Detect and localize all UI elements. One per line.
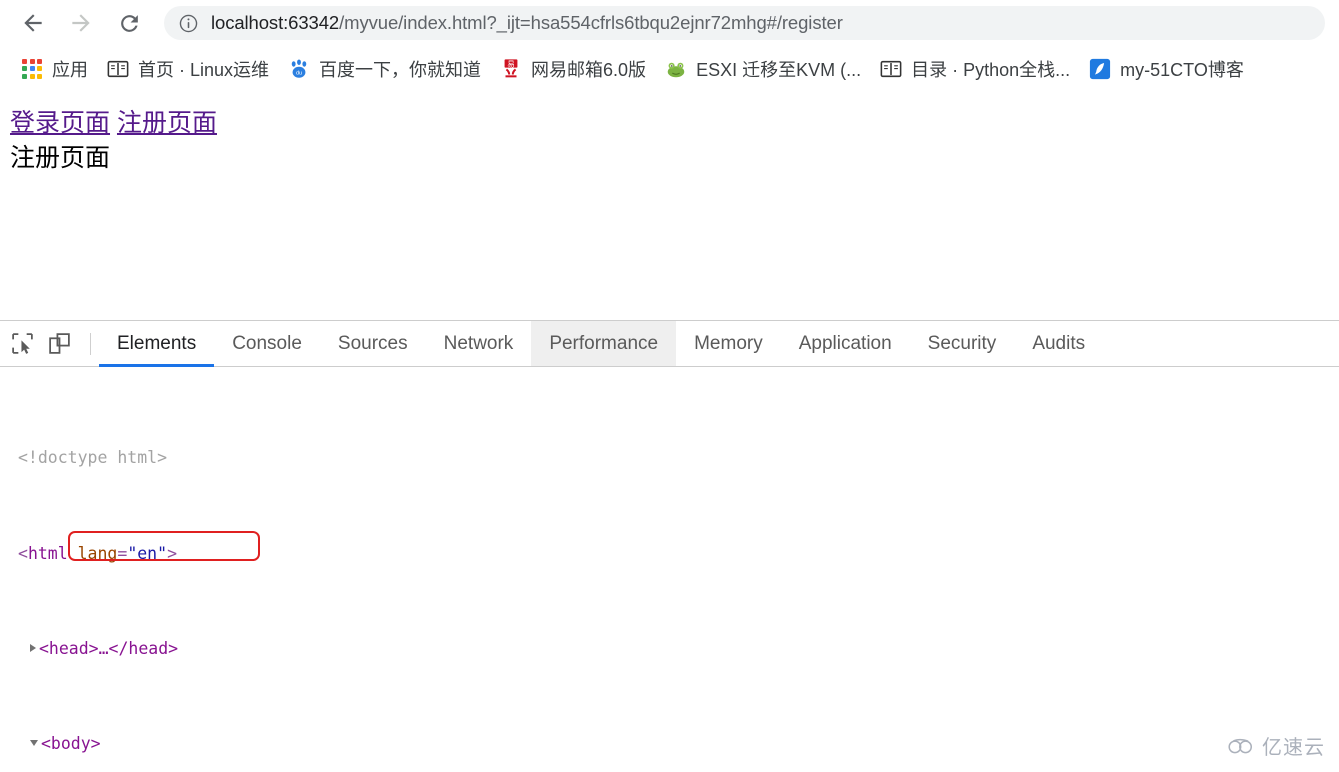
bookmark-apps[interactable]: 应用: [14, 52, 95, 86]
svg-text:易: 易: [507, 59, 514, 68]
forward-button[interactable]: [60, 2, 102, 44]
head-node: <head>…</head>: [39, 638, 179, 658]
back-arrow-icon: [24, 14, 42, 32]
tab-sources[interactable]: Sources: [320, 321, 426, 366]
bookmark-label: my-51CTO博客: [1120, 59, 1244, 80]
bookmark-baidu[interactable]: du 百度一下，你就知道: [281, 52, 488, 86]
bookmark-label: ESXI 迁移至KVM (...: [696, 59, 862, 80]
dom-tree[interactable]: <!doctype html> <html lang="en"> <head>……: [0, 367, 1339, 772]
bookmark-label: 百度一下，你就知道: [319, 59, 482, 80]
bookmark-esxi-kvm[interactable]: ESXI 迁移至KVM (...: [658, 52, 868, 86]
device-toolbar-icon[interactable]: [47, 331, 72, 356]
svg-text:du: du: [296, 70, 302, 76]
apps-grid-icon: [21, 58, 43, 80]
bookmark-linux-ops[interactable]: 首页 · Linux运维: [100, 52, 276, 86]
cloud-icon: [1227, 736, 1257, 756]
bookmark-label: 网易邮箱6.0版: [531, 59, 647, 80]
book-icon: [880, 58, 902, 80]
expand-triangle-icon[interactable]: [30, 644, 36, 653]
link-login-page[interactable]: 登录页面: [10, 109, 110, 137]
tab-console[interactable]: Console: [214, 321, 320, 366]
url-text: localhost:63342/myvue/index.html?_ijt=hs…: [211, 12, 843, 34]
bookmark-netease-mail[interactable]: 易 网易邮箱6.0版: [493, 52, 653, 86]
reload-button[interactable]: [108, 2, 150, 44]
back-button[interactable]: [12, 2, 54, 44]
tab-security[interactable]: Security: [910, 321, 1015, 366]
devtools-tool-icons: [0, 321, 99, 366]
tab-application[interactable]: Application: [781, 321, 910, 366]
devtools-tabbar: Elements Console Sources Network Perform…: [0, 321, 1339, 367]
tag-token: html: [27, 543, 68, 563]
dom-row[interactable]: <!doctype html>: [0, 446, 1339, 470]
link-register-page[interactable]: 注册页面: [117, 109, 217, 137]
router-links: 登录页面 注册页面: [10, 106, 1339, 140]
tab-audits[interactable]: Audits: [1014, 321, 1103, 366]
bookmark-python-catalog[interactable]: 目录 · Python全栈...: [873, 52, 1077, 86]
dom-row[interactable]: <html lang="en">: [0, 542, 1339, 566]
bookmark-label: 首页 · Linux运维: [138, 59, 270, 80]
watermark: 亿速云: [1227, 731, 1325, 760]
address-bar[interactable]: localhost:63342/myvue/index.html?_ijt=hs…: [164, 6, 1325, 40]
tab-memory[interactable]: Memory: [676, 321, 781, 366]
bookmark-label: 应用: [52, 59, 88, 80]
bookmark-51cto-blog[interactable]: my-51CTO博客: [1082, 52, 1251, 86]
body-node: <body>: [41, 733, 101, 753]
book-icon: [107, 58, 129, 80]
value-token: "en": [127, 543, 168, 563]
dom-row[interactable]: <head>…</head>: [0, 637, 1339, 661]
attr-token: lang: [77, 543, 118, 563]
baidu-paw-icon: du: [288, 58, 310, 80]
page-viewport: 登录页面 注册页面 注册页面: [0, 91, 1339, 320]
site-info-icon[interactable]: [178, 13, 199, 34]
tab-elements[interactable]: Elements: [99, 321, 215, 367]
dom-row[interactable]: <body>: [0, 732, 1339, 756]
router-view-content: 注册页面: [10, 144, 111, 172]
bookmarks-bar: 应用 首页 · Linux运维 du 百度一下，你就知道 易 网易邮箱6.0版 …: [0, 46, 1339, 91]
netease-mail-icon: 易: [500, 58, 522, 80]
tab-network[interactable]: Network: [426, 321, 532, 366]
browser-toolbar: localhost:63342/myvue/index.html?_ijt=hs…: [0, 0, 1339, 46]
feather-icon: [1089, 58, 1111, 80]
url-path: /myvue/index.html?_ijt=hsa554cfrls6tbqu2…: [339, 12, 843, 33]
inspect-element-icon[interactable]: [10, 331, 35, 356]
frog-icon: [665, 58, 687, 80]
reload-icon: [120, 14, 138, 32]
tab-performance[interactable]: Performance: [531, 321, 677, 366]
url-host: localhost:63342: [211, 12, 340, 33]
watermark-text: 亿速云: [1262, 737, 1325, 759]
bookmark-label: 目录 · Python全栈...: [911, 59, 1071, 80]
browser-window: localhost:63342/myvue/index.html?_ijt=hs…: [0, 0, 1339, 772]
forward-arrow-icon: [72, 14, 90, 32]
collapse-triangle-icon[interactable]: [30, 740, 38, 747]
devtools-panel: Elements Console Sources Network Perform…: [0, 320, 1339, 772]
doctype-token: <!doctype html>: [18, 448, 168, 468]
toolbar-divider: [90, 332, 91, 355]
